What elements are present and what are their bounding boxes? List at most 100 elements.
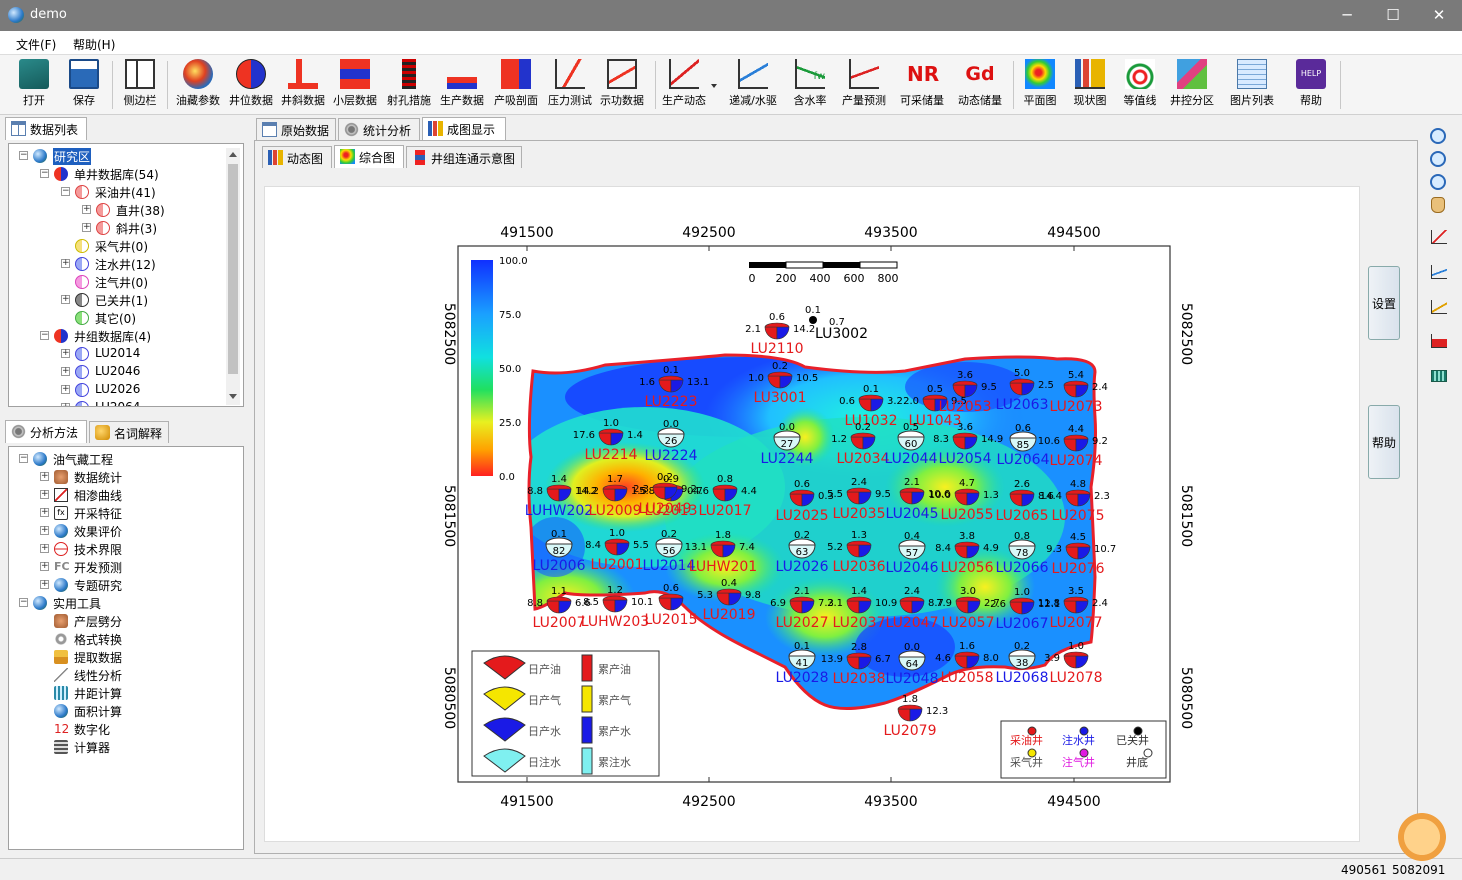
well-value-label: 0.2 [661,529,677,540]
toolbar-button-7[interactable]: 射孔措施 [384,59,434,113]
tab-data-list[interactable]: 数据列表 [5,117,87,140]
well-value-label: 1.8 [715,530,731,541]
toolbar-button-11[interactable]: 示功数据 [597,59,647,113]
map-canvas[interactable]: 0.6 2.1 14.2 LU2110 0.1 0.7 LU3002 0.2 1.0 10.5 LU… [264,186,1360,842]
expand-icon[interactable]: + [40,508,49,517]
mascot-sun-icon [1394,809,1450,865]
data-tree-scrollbar[interactable] [226,148,240,405]
tab-raw-data[interactable]: 原始数据 [256,118,336,140]
expand-icon[interactable]: + [61,295,70,304]
y-tick-left: 5082500 [441,303,457,365]
zoom-fit-icon[interactable] [1430,128,1446,144]
tab-dynamic-chart[interactable]: 动态图 [262,146,332,168]
toolbar-button-5[interactable]: 井斜数据 [278,59,328,113]
trend-chart-icon[interactable] [1431,265,1447,279]
toolbar-label: 含水率 [793,94,827,107]
maximize-button[interactable]: ☐ [1370,0,1416,31]
well-value-label: 10.0 [929,490,951,501]
tab-composite-map[interactable]: 综合图 [334,145,404,168]
tab-map-display[interactable]: 成图显示 [422,117,506,140]
toolbar-button-19[interactable]: 现状图 [1068,59,1112,113]
expand-icon[interactable]: + [40,580,49,589]
scroll-up-icon[interactable] [229,152,237,157]
expand-icon[interactable]: + [61,403,70,406]
well-value-label: 0.1 [794,641,810,652]
legend-cum-label: 累注水 [598,755,631,769]
toolbar-button-6[interactable]: 小层数据 [330,59,380,113]
toolbar-button-1[interactable]: 保存 [62,59,106,113]
menu-file[interactable]: 文件(F) [16,36,56,53]
toolbar-button-18[interactable]: 平面图 [1018,59,1062,113]
zoom-in-icon[interactable] [1430,151,1446,167]
tree-item-label: 线性分析 [74,669,123,683]
tab-statistics[interactable]: 统计分析 [338,118,420,140]
expand-icon[interactable]: + [82,223,91,232]
collapse-icon[interactable]: − [61,187,70,196]
toolbar-button-2[interactable]: 侧边栏 [118,59,162,113]
menu-bar: 文件(F) 帮助(H) [0,31,1462,55]
well-value-label: 10.6 [1038,436,1060,447]
tab-analysis-method[interactable]: 分析方法 [5,420,87,443]
menu-help[interactable]: 帮助(H) [73,36,115,53]
x-tick-top: 494500 [1047,225,1100,241]
toolbar-button-4[interactable]: 井位数据 [226,59,276,113]
expand-icon[interactable]: + [40,526,49,535]
layer-data-icon [340,59,370,89]
minimize-button[interactable]: ─ [1324,0,1370,31]
area-chart-icon[interactable] [1431,334,1447,348]
toolbar-button-12[interactable]: 生产动态 [656,59,712,113]
toolbar-button-14[interactable]: fw 含水率 [788,59,832,113]
expand-icon[interactable]: + [61,259,70,268]
expand-icon[interactable]: + [40,472,49,481]
y-tick-right: 5081500 [1178,485,1194,547]
tree-item-label: 开采特征 [74,507,123,521]
toolbar-button-20[interactable]: 等值线 [1118,59,1162,113]
expand-icon[interactable]: + [40,490,49,499]
tab-glossary[interactable]: 名词解释 [89,421,169,443]
well-deviation-icon [288,59,318,89]
toolbar-button-21[interactable]: 井控分区 [1167,59,1217,113]
toolbar-button-8[interactable]: 生产数据 [437,59,487,113]
tab-well-group-connectivity[interactable]: 井组连通示意图 [406,146,522,168]
collapse-icon[interactable]: − [19,151,28,160]
toolbar-button-22[interactable]: 图片列表 [1226,59,1278,113]
toolbar-button-23[interactable]: HELP 帮助 [1291,59,1331,113]
expand-icon[interactable]: + [61,385,70,394]
scroll-thumb[interactable] [228,164,238,374]
grid-table-icon[interactable] [1431,370,1447,382]
expand-icon[interactable]: + [61,349,70,358]
limit-node-icon [54,542,68,556]
collapse-icon[interactable]: − [40,169,49,178]
toolbar-separator [1340,61,1341,109]
collapse-icon[interactable]: − [19,454,28,463]
expand-icon[interactable]: + [40,562,49,571]
close-button[interactable]: ✕ [1416,0,1462,31]
toolbar-button-15[interactable]: 产量预测 [836,59,892,113]
chevron-down-icon[interactable] [711,84,717,88]
collapse-icon[interactable]: − [19,598,28,607]
legend-bar-swatch [581,685,593,713]
line-chart-icon[interactable] [1431,230,1447,244]
help-side-button[interactable]: 帮助 [1368,405,1400,479]
collapse-icon[interactable]: − [40,331,49,340]
toolbar-button-16[interactable]: NR 可采储量 [897,59,947,113]
redblue-node-icon [54,167,68,181]
toolbar-button-13[interactable]: 递减/水驱 [725,59,781,113]
toolbar-button-0[interactable]: 打开 [12,59,56,113]
toolbar-label: 生产数据 [440,94,484,107]
expand-icon[interactable]: + [61,367,70,376]
curve-chart-icon[interactable] [1431,300,1447,314]
toolbar-button-9[interactable]: 产吸剖面 [491,59,541,113]
expand-icon[interactable]: + [40,544,49,553]
well-name-label: LU2017 [699,503,752,519]
composite-map[interactable]: 0.62.1 14.2LU21100.10.7LU30020.21.0 10.5LU… [265,187,1361,843]
plan-map-icon [1025,59,1055,89]
toolbar-button-10[interactable]: 压力测试 [545,59,595,113]
toolbar-button-3[interactable]: 油藏参数 [173,59,223,113]
pan-hand-icon[interactable] [1431,197,1445,213]
settings-button[interactable]: 设置 [1368,266,1400,340]
toolbar-button-17[interactable]: Gd 动态储量 [955,59,1005,113]
scroll-down-icon[interactable] [229,394,237,399]
zoom-out-icon[interactable] [1430,174,1446,190]
expand-icon[interactable]: + [82,205,91,214]
